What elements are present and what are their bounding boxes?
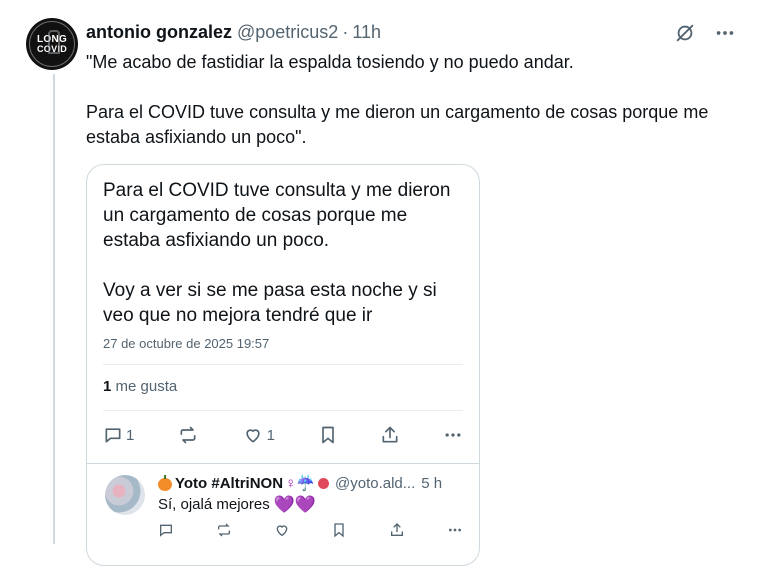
repost-button[interactable] [177,425,199,445]
share-button[interactable] [380,425,400,445]
author-handle[interactable]: @poetricus2 [237,22,338,43]
post-text: "Me acabo de fastidiar la espalda tosien… [86,50,746,150]
reply-header: Yoto #AltriNON ♀☔ @yoto.ald... 5 h [158,474,442,492]
purple-hearts: 💜💜 [273,495,317,514]
post-paragraph-1: "Me acabo de fastidiar la espalda tosien… [86,52,574,72]
pumpkin-emoji-icon [158,474,172,491]
reply-message: Sí, ojalá mejores [158,496,270,513]
quoted-post-card[interactable]: Para el COVID tuve consulta y me dieron … [86,164,480,566]
likes-label: me gusta [115,378,178,395]
more-button[interactable] [443,425,463,445]
reply-time[interactable]: 5 h [421,475,442,492]
quoted-paragraph-1: Para el COVID tuve consulta y me dieron … [103,180,451,251]
more-icon [445,433,461,437]
post-time[interactable]: 11h [352,22,381,43]
translate-off-icon[interactable] [672,20,698,46]
quoted-paragraph-2: Voy a ver si se me pasa esta noche y si … [103,280,437,326]
post-top-actions [672,20,738,46]
reply-count: 1 [126,426,135,444]
reply-icon [105,428,121,443]
bookmark-icon [321,426,334,444]
author-name[interactable]: antonio gonzalez [86,22,232,43]
reply-author-handle[interactable]: @yoto.ald... [335,475,415,492]
thread-line [53,74,55,544]
divider [103,364,463,365]
reply-name-symbols: ♀☔ [285,475,315,492]
avatar-ribbon [48,30,60,54]
quoted-post-actions: 1 1 [103,423,463,447]
like-icon [245,429,260,443]
repost-icon [180,426,196,444]
like-button[interactable]: 1 [242,425,275,445]
header-separator: · [342,22,349,42]
more-icon[interactable] [712,20,738,46]
reply-text: Sí, ojalá mejores 💜💜 [158,496,316,513]
author-avatar[interactable]: LONG COVID [26,18,78,70]
share-icon [382,426,398,443]
red-circle-icon [318,477,329,489]
post-header: antonio gonzalez @poetricus2 · 11h [86,22,381,43]
like-count: 1 [266,426,275,444]
likes-count: 1 [103,378,112,395]
divider [103,410,463,411]
quoted-post-date: 27 de octubre de 2025 19:57 [103,336,270,351]
quoted-post-text: Para el COVID tuve consulta y me dieron … [103,178,468,328]
reply-avatar[interactable] [105,475,145,515]
likes-summary[interactable]: 1 me gusta [103,378,177,395]
reply-divider [87,463,479,464]
reply-author-name[interactable]: Yoto #AltriNON [175,475,283,492]
reply-button[interactable]: 1 [103,425,134,445]
post-paragraph-2: Para el COVID tuve consulta y me dieron … [86,102,709,147]
bookmark-button[interactable] [318,425,338,445]
